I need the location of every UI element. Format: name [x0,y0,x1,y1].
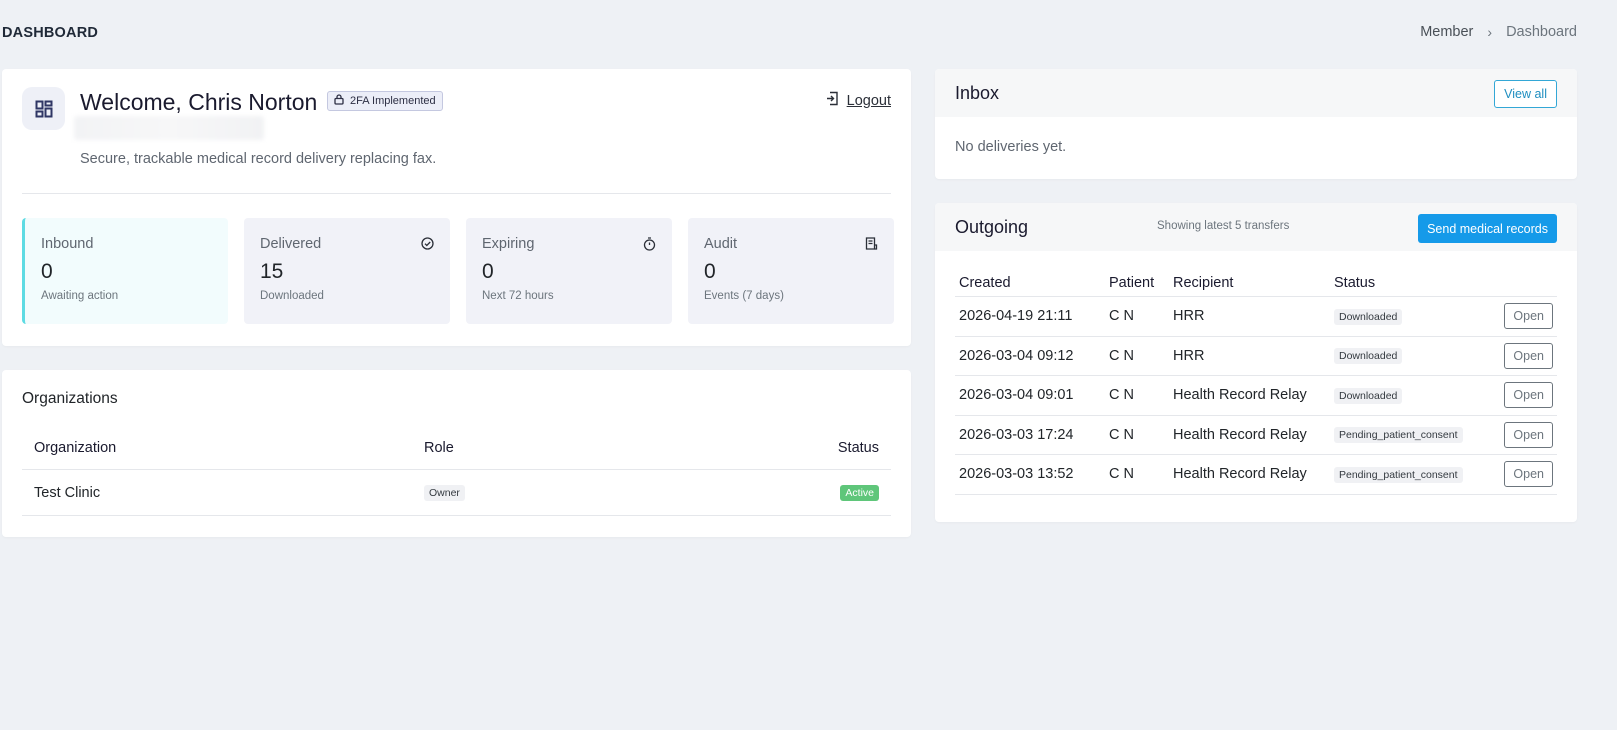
redacted-email [74,116,264,140]
stat-label: Inbound [41,236,94,252]
stat-value: 0 [41,260,53,283]
organizations-title: Organizations [22,390,118,407]
showing-count-text: Showing latest 5 transfers [1157,220,1290,232]
patient-cell: C N [1109,308,1134,325]
stat-label: Audit [704,236,738,252]
role-badge: Owner [424,485,465,501]
column-header-recipient: Recipient [1173,274,1234,291]
divider [22,193,891,194]
created-cell: 2026-04-19 21:11 [959,308,1073,325]
open-button[interactable]: Open [1504,461,1553,488]
page-title: DASHBOARD [2,25,99,41]
outgoing-card: Outgoing Showing latest 5 transfers Send… [935,203,1577,522]
outgoing-header: Outgoing Showing latest 5 transfers Send… [935,203,1577,251]
patient-cell: C N [1109,347,1134,364]
organizations-card: Organizations Organization Role Status T… [2,370,911,537]
column-header-status: Status [1334,274,1376,291]
status-badge: Active [840,485,879,501]
patient-cell: C N [1109,466,1134,483]
stat-label: Expiring [482,236,535,252]
patient-cell: C N [1109,426,1134,443]
table-row[interactable]: Test Clinic Owner Active [22,470,891,516]
lock-icon [334,94,344,108]
table-row: 2026-04-19 21:11 C N HRR Downloaded Open [955,297,1557,337]
table-header: Created Patient Recipient Status [955,269,1557,297]
table-row: 2026-03-03 17:24 C N Health Record Relay… [955,416,1557,455]
table-header: Organization Role Status [22,426,891,470]
status-badge: Pending_patient_consent [1334,427,1463,444]
stat-subtext: Next 72 hours [482,290,554,302]
logout-icon [826,91,839,110]
twofa-badge: 2FA Implemented [327,91,443,111]
welcome-card: Welcome, Chris Norton 2FA Implemented Se… [2,69,911,346]
recipient-cell: Health Record Relay [1173,466,1307,483]
column-header-organization: Organization [34,439,117,456]
status-badge: Downloaded [1334,308,1403,325]
status-badge: Downloaded [1334,348,1403,365]
column-header-status: Status [837,439,879,456]
breadcrumb: Member › Dashboard [1420,24,1577,40]
organization-name: Test Clinic [34,484,101,501]
recipient-cell: Health Record Relay [1173,387,1307,404]
stopwatch-icon [643,237,656,256]
breadcrumb-separator-icon: › [1487,24,1493,40]
stat-label: Delivered [260,236,322,252]
breadcrumb-dashboard: Dashboard [1506,24,1577,40]
created-cell: 2026-03-04 09:12 [959,347,1074,364]
send-medical-records-button[interactable]: Send medical records [1418,214,1557,243]
inbox-empty-message: No deliveries yet. [955,139,1067,155]
recipient-cell: HRR [1173,347,1205,364]
open-button[interactable]: Open [1504,421,1553,448]
twofa-badge-label: 2FA Implemented [350,95,436,107]
check-circle-icon [421,237,434,255]
status-badge: Downloaded [1334,387,1403,404]
created-cell: 2026-03-03 17:24 [959,426,1074,443]
open-button[interactable]: Open [1504,303,1553,330]
column-header-created: Created [959,274,1011,291]
patient-cell: C N [1109,387,1134,404]
table-row: 2026-03-04 09:12 C N HRR Downloaded Open [955,337,1557,376]
stat-audit[interactable]: Audit 0 Events (7 days) [688,218,894,324]
stat-value: 0 [704,260,716,283]
stat-subtext: Downloaded [260,290,324,302]
stat-expiring[interactable]: Expiring 0 Next 72 hours [466,218,672,324]
created-cell: 2026-03-03 13:52 [959,466,1074,483]
logout-link[interactable]: Logout [826,91,891,110]
stat-delivered[interactable]: Delivered 15 Downloaded [244,218,450,324]
recipient-cell: Health Record Relay [1173,426,1307,443]
stat-value: 0 [482,260,494,283]
receipt-icon [865,237,878,255]
column-header-patient: Patient [1109,274,1155,291]
stat-value: 15 [260,260,284,283]
stat-inbound[interactable]: Inbound 0 Awaiting action [22,218,228,324]
organizations-table: Organization Role Status Test Clinic Own… [22,426,891,516]
column-header-role: Role [424,439,454,456]
inbox-title: Inbox [955,82,1000,103]
outgoing-table: Created Patient Recipient Status 2026-04… [955,269,1557,495]
dashboard-icon [22,87,65,130]
table-row: 2026-03-04 09:01 C N Health Record Relay… [955,376,1557,416]
inbox-header: Inbox View all [935,69,1577,117]
view-all-button[interactable]: View all [1494,80,1557,108]
stat-subtext: Events (7 days) [704,290,784,302]
welcome-title: Welcome, Chris Norton [80,89,318,115]
status-badge: Pending_patient_consent [1334,466,1463,483]
created-cell: 2026-03-04 09:01 [959,387,1074,404]
inbox-card: Inbox View all No deliveries yet. [935,69,1577,179]
outgoing-title: Outgoing [955,216,1029,237]
tagline: Secure, trackable medical record deliver… [80,151,437,167]
open-button[interactable]: Open [1504,382,1553,409]
table-row: 2026-03-03 13:52 C N Health Record Relay… [955,455,1557,495]
stat-subtext: Awaiting action [41,290,119,302]
logout-label: Logout [846,92,891,109]
open-button[interactable]: Open [1504,342,1553,369]
breadcrumb-member[interactable]: Member [1420,24,1473,40]
recipient-cell: HRR [1173,308,1205,325]
